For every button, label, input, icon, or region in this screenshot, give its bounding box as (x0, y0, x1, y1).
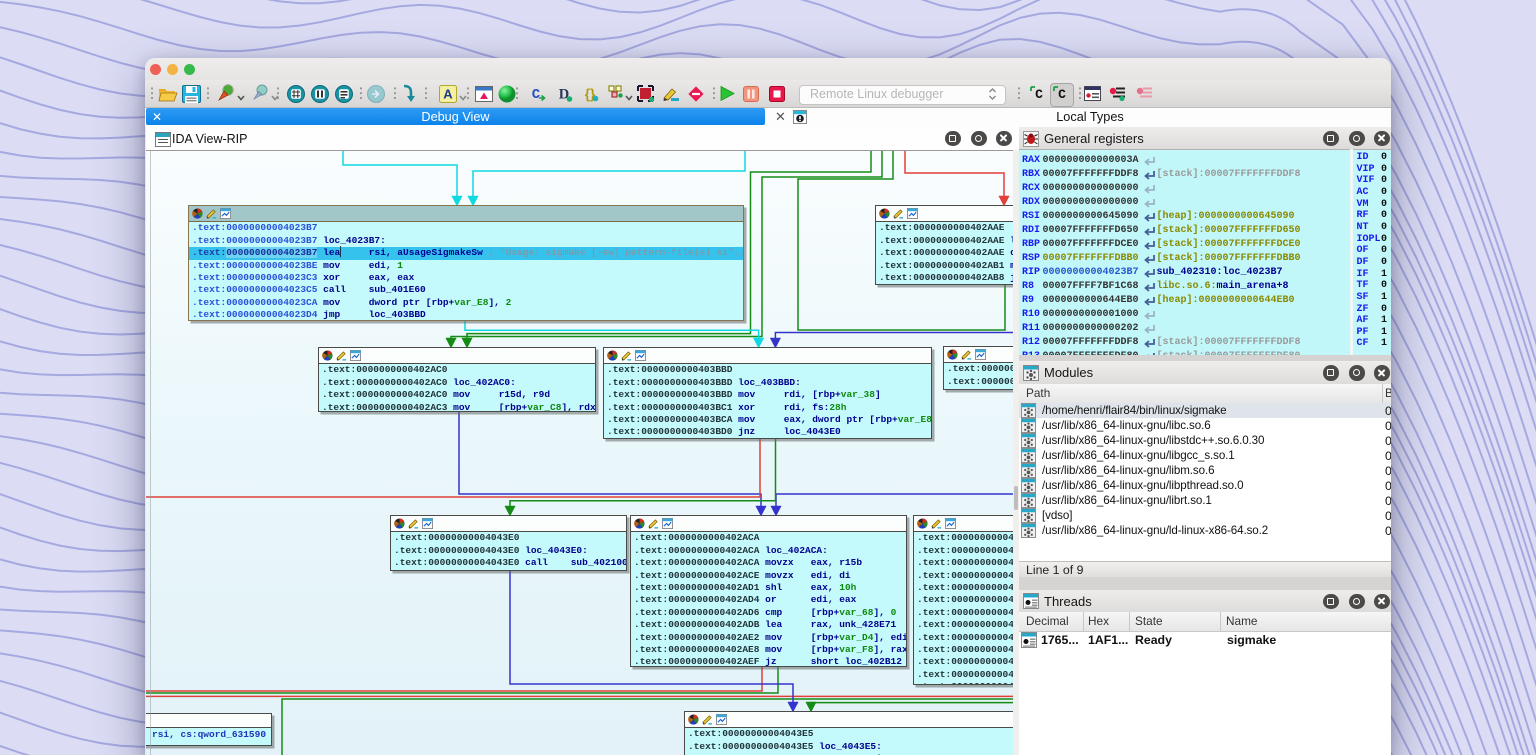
svg-text:C: C (1035, 87, 1043, 102)
svg-text:C: C (1058, 87, 1066, 102)
svg-text:A: A (443, 86, 453, 101)
svg-text:C: C (532, 87, 541, 103)
